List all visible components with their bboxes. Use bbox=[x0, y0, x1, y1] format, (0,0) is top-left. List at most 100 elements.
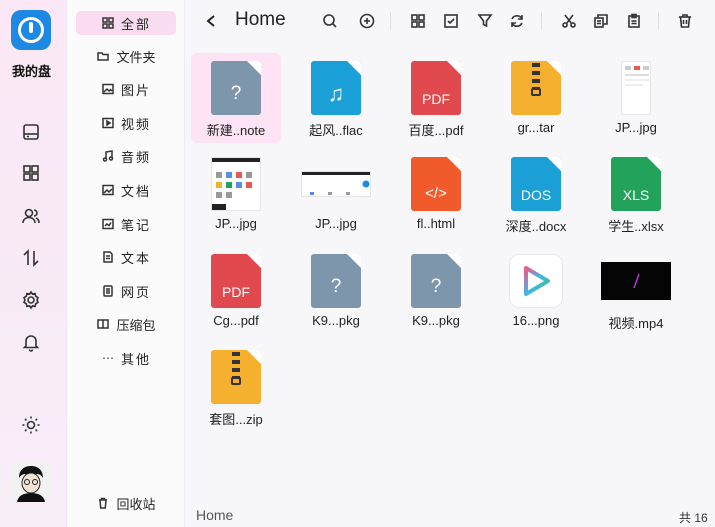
file-thumbnail bbox=[511, 61, 561, 115]
document-icon bbox=[101, 183, 115, 197]
add-icon[interactable] bbox=[357, 11, 377, 31]
apps-icon[interactable] bbox=[19, 161, 43, 185]
file-name: Cg...pdf bbox=[213, 313, 259, 328]
file-tile[interactable]: JP...jpg bbox=[591, 53, 681, 143]
file-type-label: XLS bbox=[622, 187, 650, 203]
pdf-file-icon: PDF bbox=[411, 61, 461, 115]
trash-button[interactable]: 回收站 bbox=[76, 491, 176, 515]
file-tile[interactable]: gr...tar bbox=[491, 53, 581, 143]
video-icon bbox=[101, 116, 115, 130]
file-name: JP...jpg bbox=[315, 216, 357, 231]
file-thumbnail bbox=[611, 61, 661, 115]
copy-icon[interactable] bbox=[591, 11, 611, 31]
sidebar-item-other[interactable]: ⋯ 其他 bbox=[76, 346, 176, 370]
page-title: Home bbox=[235, 9, 286, 30]
zip-file-icon bbox=[211, 350, 261, 404]
cut-icon[interactable] bbox=[559, 11, 579, 31]
note-icon bbox=[101, 217, 115, 231]
file-tile[interactable]: 套图...zip bbox=[191, 342, 281, 432]
file-tile[interactable]: DOS 深度..docx bbox=[491, 149, 581, 239]
file-type-label: </> bbox=[425, 185, 447, 202]
grid-icon bbox=[101, 16, 115, 30]
file-thumbnail bbox=[211, 157, 261, 211]
file-thumbnail bbox=[601, 254, 671, 308]
more-icon: ⋯ bbox=[101, 351, 114, 365]
file-grid: ? 新建..note ♫ 起风..flac PDF 百度...pdf gr...tar JP.… bbox=[186, 48, 715, 498]
sidebar-item-documents[interactable]: 文档 bbox=[76, 178, 176, 202]
file-name: JP...jpg bbox=[615, 120, 657, 135]
file-name: 套图...zip bbox=[209, 412, 263, 427]
file-tile[interactable]: JP...jpg bbox=[291, 149, 381, 239]
sidebar-item-archives[interactable]: 压缩包 bbox=[76, 312, 176, 336]
sidebar-item-all[interactable]: 全部 bbox=[76, 11, 176, 35]
video-thumbnail bbox=[601, 262, 671, 300]
sidebar-item-videos[interactable]: 视频 bbox=[76, 111, 176, 135]
file-tile[interactable]: PDF Cg...pdf bbox=[191, 246, 281, 336]
file-thumbnail: XLS bbox=[611, 157, 661, 211]
file-tile[interactable]: JP...jpg bbox=[191, 149, 281, 239]
web-icon bbox=[101, 284, 115, 298]
zip-file-icon bbox=[511, 61, 561, 115]
bell-icon[interactable] bbox=[19, 330, 43, 354]
refresh-icon[interactable] bbox=[507, 11, 527, 31]
view-grid-icon[interactable] bbox=[408, 11, 428, 31]
chevron-left-icon bbox=[206, 15, 215, 27]
file-name: 学生..xlsx bbox=[608, 219, 664, 234]
file-tile[interactable]: 16...png bbox=[491, 246, 581, 336]
footer-path: Home bbox=[196, 507, 234, 523]
settings-icon[interactable] bbox=[19, 288, 43, 312]
toolbar: Home bbox=[186, 0, 715, 42]
select-icon[interactable] bbox=[441, 11, 461, 31]
sidebar-item-audio[interactable]: 音频 bbox=[76, 144, 176, 168]
sidebar-item-images[interactable]: 图片 bbox=[76, 77, 176, 101]
transfer-icon[interactable] bbox=[19, 246, 43, 270]
image-thumbnail bbox=[621, 61, 651, 115]
back-button[interactable] bbox=[202, 11, 220, 31]
sidebar-item-label: 压缩包 bbox=[116, 317, 156, 333]
file-count: 共 16 bbox=[679, 511, 708, 525]
file-tile[interactable]: ? K9...pkg bbox=[391, 246, 481, 336]
file-thumbnail: ? bbox=[311, 254, 361, 308]
sidebar-item-notes[interactable]: 笔记 bbox=[76, 212, 176, 236]
file-tile[interactable]: </> fl..html bbox=[391, 149, 481, 239]
file-name: gr...tar bbox=[517, 120, 555, 135]
toolbar-divider bbox=[658, 12, 659, 30]
sidebar-item-folders[interactable]: 文件夹 bbox=[76, 44, 176, 68]
unknown-file-icon: ? bbox=[311, 254, 361, 308]
file-name: 深度..docx bbox=[505, 219, 567, 234]
drive-icon[interactable] bbox=[19, 120, 43, 144]
users-icon[interactable] bbox=[19, 204, 43, 228]
avatar[interactable] bbox=[10, 462, 52, 502]
file-type-label: PDF bbox=[222, 284, 250, 300]
search-icon[interactable] bbox=[320, 11, 340, 31]
file-tile[interactable]: PDF 百度...pdf bbox=[391, 53, 481, 143]
file-tile[interactable]: XLS 学生..xlsx bbox=[591, 149, 681, 239]
file-tile[interactable]: 视频.mp4 bbox=[591, 246, 681, 336]
delete-icon[interactable] bbox=[675, 11, 695, 31]
file-tile[interactable]: ? 新建..note bbox=[191, 53, 281, 143]
image-thumbnail bbox=[301, 171, 371, 197]
app-title: 我的盘 bbox=[11, 64, 51, 79]
sidebar-item-text[interactable]: 文本 bbox=[76, 245, 176, 269]
trash-icon bbox=[96, 496, 110, 510]
paste-icon[interactable] bbox=[624, 11, 644, 31]
image-thumbnail bbox=[211, 157, 261, 211]
file-tile[interactable]: ? K9...pkg bbox=[291, 246, 381, 336]
sidebar-item-label: 图片 bbox=[120, 82, 151, 98]
app-logo-icon[interactable] bbox=[11, 10, 51, 50]
filter-icon[interactable] bbox=[475, 11, 495, 31]
theme-sun-icon[interactable] bbox=[19, 413, 43, 437]
sidebar-item-label: 音频 bbox=[120, 149, 151, 165]
file-type-label: ? bbox=[230, 83, 242, 104]
file-thumbnail bbox=[509, 254, 563, 308]
file-name: K9...pkg bbox=[312, 313, 360, 328]
xls-file-icon: XLS bbox=[611, 157, 661, 211]
doc-file-icon: DOS bbox=[511, 157, 561, 211]
file-tile[interactable]: ♫ 起风..flac bbox=[291, 53, 381, 143]
archive-icon bbox=[96, 317, 110, 331]
file-name: K9...pkg bbox=[412, 313, 460, 328]
file-thumbnail: ? bbox=[411, 254, 461, 308]
file-type-label: ? bbox=[330, 276, 342, 297]
sidebar-item-web[interactable]: 网页 bbox=[76, 279, 176, 303]
text-icon bbox=[101, 250, 115, 264]
